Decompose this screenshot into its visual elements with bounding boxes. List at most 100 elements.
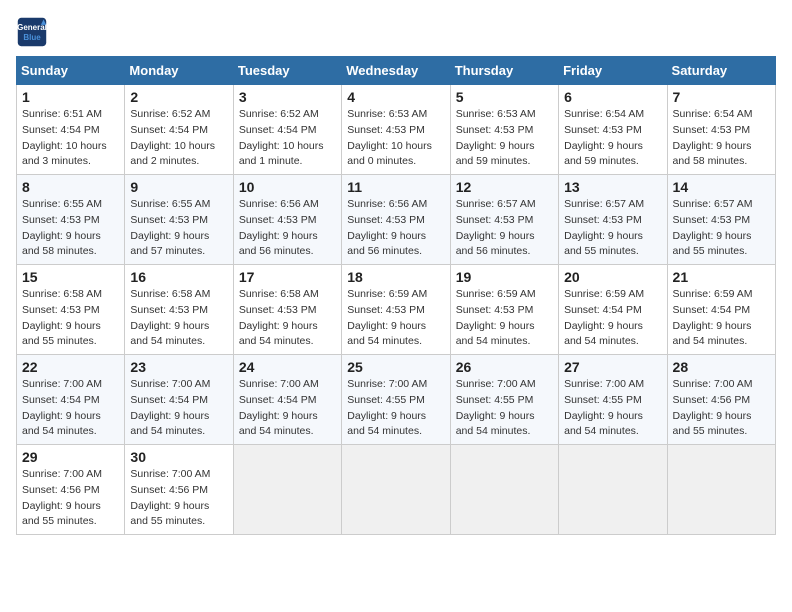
calendar-cell <box>342 445 450 535</box>
calendar-week-1: 1Sunrise: 6:51 AMSunset: 4:54 PMDaylight… <box>17 85 776 175</box>
calendar-table: SundayMondayTuesdayWednesdayThursdayFrid… <box>16 56 776 535</box>
day-number: 1 <box>22 89 119 105</box>
calendar-cell: 30 Sunrise: 7:00 AMSunset: 4:56 PMDayligh… <box>125 445 233 535</box>
calendar-cell: 3 Sunrise: 6:52 AMSunset: 4:54 PMDaylight… <box>233 85 341 175</box>
calendar-cell <box>559 445 667 535</box>
header-monday: Monday <box>125 57 233 85</box>
day-number: 24 <box>239 359 336 375</box>
day-number: 20 <box>564 269 661 285</box>
day-number: 10 <box>239 179 336 195</box>
logo: General Blue <box>16 16 52 48</box>
day-number: 28 <box>673 359 770 375</box>
day-number: 29 <box>22 449 119 465</box>
day-number: 15 <box>22 269 119 285</box>
day-info: Sunrise: 6:57 AMSunset: 4:53 PMDaylight:… <box>456 197 553 260</box>
calendar-cell: 14Sunrise: 6:57 AMSunset: 4:53 PMDayligh… <box>667 175 775 265</box>
calendar-cell: 16 Sunrise: 6:58 AMSunset: 4:53 PMDayligh… <box>125 265 233 355</box>
header-saturday: Saturday <box>667 57 775 85</box>
day-info: Sunrise: 6:54 AMSunset: 4:53 PMDaylight:… <box>564 107 661 170</box>
calendar-cell: 19 Sunrise: 6:59 AMSunset: 4:53 PMDayligh… <box>450 265 558 355</box>
day-info: Sunrise: 6:59 AMSunset: 4:53 PMDaylight:… <box>456 287 553 350</box>
day-number: 7 <box>673 89 770 105</box>
day-info: Sunrise: 6:53 AMSunset: 4:53 PMDaylight:… <box>456 107 553 170</box>
day-info: Sunrise: 7:00 AMSunset: 4:54 PMDaylight:… <box>22 377 119 440</box>
day-number: 2 <box>130 89 227 105</box>
header-thursday: Thursday <box>450 57 558 85</box>
page-header: General Blue <box>16 16 776 48</box>
calendar-cell: 13Sunrise: 6:57 AMSunset: 4:53 PMDayligh… <box>559 175 667 265</box>
day-info: Sunrise: 6:55 AMSunset: 4:53 PMDaylight:… <box>22 197 119 260</box>
header-tuesday: Tuesday <box>233 57 341 85</box>
day-number: 25 <box>347 359 444 375</box>
day-number: 22 <box>22 359 119 375</box>
calendar-cell: 6 Sunrise: 6:54 AMSunset: 4:53 PMDaylight… <box>559 85 667 175</box>
calendar-cell: 5 Sunrise: 6:53 AMSunset: 4:53 PMDaylight… <box>450 85 558 175</box>
day-info: Sunrise: 6:58 AMSunset: 4:53 PMDaylight:… <box>239 287 336 350</box>
day-number: 27 <box>564 359 661 375</box>
day-info: Sunrise: 7:00 AMSunset: 4:54 PMDaylight:… <box>239 377 336 440</box>
calendar-cell: 9Sunrise: 6:55 AMSunset: 4:53 PMDaylight… <box>125 175 233 265</box>
calendar-cell: 12 Sunrise: 6:57 AMSunset: 4:53 PMDayligh… <box>450 175 558 265</box>
calendar-cell: 20 Sunrise: 6:59 AMSunset: 4:54 PMDayligh… <box>559 265 667 355</box>
calendar-week-3: 15 Sunrise: 6:58 AMSunset: 4:53 PMDayligh… <box>17 265 776 355</box>
calendar-cell: 21 Sunrise: 6:59 AMSunset: 4:54 PMDayligh… <box>667 265 775 355</box>
day-info: Sunrise: 7:00 AMSunset: 4:56 PMDaylight:… <box>130 467 227 530</box>
calendar-cell: 11 Sunrise: 6:56 AMSunset: 4:53 PMDayligh… <box>342 175 450 265</box>
day-number: 16 <box>130 269 227 285</box>
day-info: Sunrise: 6:54 AMSunset: 4:53 PMDaylight:… <box>673 107 770 170</box>
calendar-cell: 10 Sunrise: 6:56 AMSunset: 4:53 PMDayligh… <box>233 175 341 265</box>
day-number: 14 <box>673 179 770 195</box>
day-info: Sunrise: 6:58 AMSunset: 4:53 PMDaylight:… <box>22 287 119 350</box>
calendar-cell: 22 Sunrise: 7:00 AMSunset: 4:54 PMDayligh… <box>17 355 125 445</box>
calendar-cell: 8 Sunrise: 6:55 AMSunset: 4:53 PMDaylight… <box>17 175 125 265</box>
calendar-cell: 24 Sunrise: 7:00 AMSunset: 4:54 PMDayligh… <box>233 355 341 445</box>
calendar-cell: 4 Sunrise: 6:53 AMSunset: 4:53 PMDaylight… <box>342 85 450 175</box>
day-number: 17 <box>239 269 336 285</box>
calendar-cell: 27 Sunrise: 7:00 AMSunset: 4:55 PMDayligh… <box>559 355 667 445</box>
header-friday: Friday <box>559 57 667 85</box>
day-info: Sunrise: 6:53 AMSunset: 4:53 PMDaylight:… <box>347 107 444 170</box>
day-number: 13 <box>564 179 661 195</box>
calendar-cell: 1Sunrise: 6:51 AMSunset: 4:54 PMDaylight… <box>17 85 125 175</box>
calendar-cell: 2 Sunrise: 6:52 AMSunset: 4:54 PMDaylight… <box>125 85 233 175</box>
day-info: Sunrise: 6:52 AMSunset: 4:54 PMDaylight:… <box>239 107 336 170</box>
calendar-cell: 7 Sunrise: 6:54 AMSunset: 4:53 PMDaylight… <box>667 85 775 175</box>
day-number: 21 <box>673 269 770 285</box>
svg-text:Blue: Blue <box>23 33 41 42</box>
day-info: Sunrise: 6:59 AMSunset: 4:54 PMDaylight:… <box>564 287 661 350</box>
day-info: Sunrise: 6:58 AMSunset: 4:53 PMDaylight:… <box>130 287 227 350</box>
day-number: 3 <box>239 89 336 105</box>
calendar-cell <box>450 445 558 535</box>
calendar-week-4: 22 Sunrise: 7:00 AMSunset: 4:54 PMDayligh… <box>17 355 776 445</box>
day-number: 12 <box>456 179 553 195</box>
day-info: Sunrise: 7:00 AMSunset: 4:56 PMDaylight:… <box>673 377 770 440</box>
day-number: 6 <box>564 89 661 105</box>
day-info: Sunrise: 7:00 AMSunset: 4:55 PMDaylight:… <box>456 377 553 440</box>
calendar-cell <box>233 445 341 535</box>
day-info: Sunrise: 6:52 AMSunset: 4:54 PMDaylight:… <box>130 107 227 170</box>
calendar-cell <box>667 445 775 535</box>
day-number: 9 <box>130 179 227 195</box>
day-info: Sunrise: 7:00 AMSunset: 4:56 PMDaylight:… <box>22 467 119 530</box>
day-info: Sunrise: 7:00 AMSunset: 4:55 PMDaylight:… <box>564 377 661 440</box>
day-number: 26 <box>456 359 553 375</box>
day-info: Sunrise: 6:56 AMSunset: 4:53 PMDaylight:… <box>239 197 336 260</box>
day-number: 5 <box>456 89 553 105</box>
calendar-cell: 28 Sunrise: 7:00 AMSunset: 4:56 PMDayligh… <box>667 355 775 445</box>
day-number: 8 <box>22 179 119 195</box>
day-number: 19 <box>456 269 553 285</box>
header-sunday: Sunday <box>17 57 125 85</box>
calendar-week-2: 8 Sunrise: 6:55 AMSunset: 4:53 PMDaylight… <box>17 175 776 265</box>
day-number: 30 <box>130 449 227 465</box>
calendar-header-row: SundayMondayTuesdayWednesdayThursdayFrid… <box>17 57 776 85</box>
header-wednesday: Wednesday <box>342 57 450 85</box>
day-number: 4 <box>347 89 444 105</box>
day-number: 18 <box>347 269 444 285</box>
day-number: 23 <box>130 359 227 375</box>
day-number: 11 <box>347 179 444 195</box>
calendar-cell: 25Sunrise: 7:00 AMSunset: 4:55 PMDayligh… <box>342 355 450 445</box>
calendar-cell: 18Sunrise: 6:59 AMSunset: 4:53 PMDayligh… <box>342 265 450 355</box>
day-info: Sunrise: 6:56 AMSunset: 4:53 PMDaylight:… <box>347 197 444 260</box>
day-info: Sunrise: 6:59 AMSunset: 4:54 PMDaylight:… <box>673 287 770 350</box>
calendar-cell: 23Sunrise: 7:00 AMSunset: 4:54 PMDayligh… <box>125 355 233 445</box>
